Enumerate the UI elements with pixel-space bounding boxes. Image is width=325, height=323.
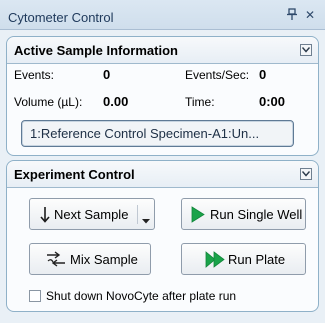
run-single-well-button[interactable]: Run Single Well xyxy=(181,198,306,230)
split-divider xyxy=(137,205,138,224)
shutdown-checkbox[interactable] xyxy=(29,290,41,302)
run-plate-button[interactable]: Run Plate xyxy=(181,243,306,275)
events-label: Events: xyxy=(14,68,55,82)
fast-forward-icon xyxy=(205,251,225,271)
mix-sample-button[interactable]: Mix Sample xyxy=(29,243,151,275)
active-sample-selector[interactable]: 1:Reference Control Specimen-A1:Un... xyxy=(21,120,294,147)
shutdown-checkbox-label[interactable]: Shut down NovoCyte after plate run xyxy=(46,289,236,303)
active-sample-title: Active Sample Information xyxy=(14,43,178,58)
close-icon[interactable]: ✕ xyxy=(303,8,317,22)
play-icon xyxy=(191,206,205,226)
window-title: Cytometer Control xyxy=(8,10,114,25)
time-label: Time: xyxy=(185,95,215,109)
collapse-experiment-control-button[interactable] xyxy=(300,168,312,180)
events-sec-value: 0 xyxy=(259,67,267,82)
dropdown-caret-icon[interactable] xyxy=(142,212,150,227)
chevron-down-icon xyxy=(302,171,310,177)
events-value: 0 xyxy=(103,67,111,82)
chevron-down-icon xyxy=(302,47,310,53)
mix-sample-label: Mix Sample xyxy=(70,252,138,267)
mix-icon xyxy=(45,251,67,271)
arrow-down-icon xyxy=(40,206,50,226)
volume-label: Volume (µL): xyxy=(14,95,83,109)
next-sample-button[interactable]: Next Sample xyxy=(29,198,155,230)
active-sample-header: Active Sample Information xyxy=(7,37,318,64)
collapse-active-sample-button[interactable] xyxy=(300,44,312,56)
volume-value: 0.00 xyxy=(103,94,129,109)
window-titlebar: Cytometer Control ✕ xyxy=(0,0,325,30)
run-plate-label: Run Plate xyxy=(228,252,286,267)
pin-icon[interactable] xyxy=(285,8,299,22)
experiment-control-title: Experiment Control xyxy=(14,167,135,182)
experiment-control-header: Experiment Control xyxy=(7,161,318,188)
run-single-well-label: Run Single Well xyxy=(210,207,303,222)
time-value: 0:00 xyxy=(259,94,286,109)
next-sample-label: Next Sample xyxy=(54,207,129,222)
events-sec-label: Events/Sec: xyxy=(185,68,250,82)
